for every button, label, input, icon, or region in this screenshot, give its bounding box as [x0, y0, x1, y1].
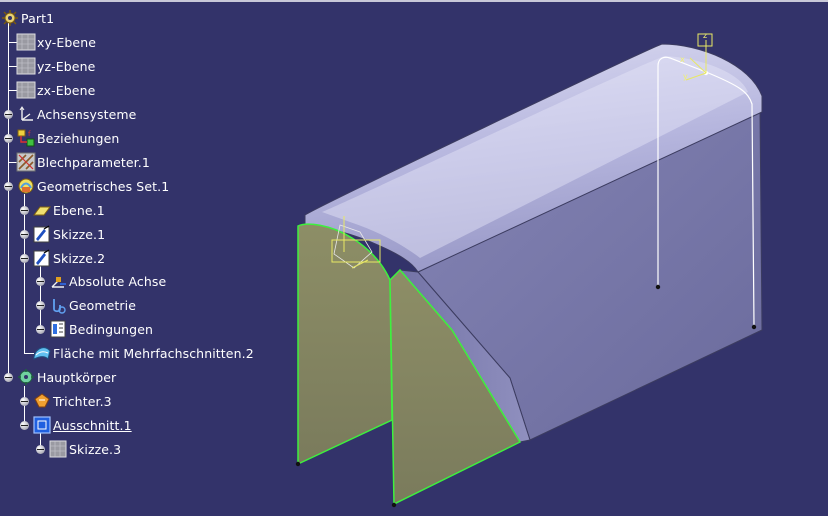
sheetmetal-params-icon [16, 152, 36, 172]
tree-label: Skizze.3 [69, 441, 122, 457]
tree-expander[interactable] [36, 301, 45, 310]
tree-node-plane-1[interactable]: Ebene.1 [32, 199, 105, 221]
tree-expander[interactable] [20, 397, 29, 406]
plane-grid-icon [16, 81, 36, 99]
tree-label: Part1 [21, 10, 55, 26]
tree-node-zx-plane[interactable]: zx-Ebene [16, 79, 95, 101]
tree-label: Absolute Achse [69, 273, 167, 289]
tree-node-part1[interactable]: Part1 [0, 7, 54, 29]
tree-expander[interactable] [4, 110, 13, 119]
plane-grid-icon [16, 57, 36, 75]
absolute-axis-icon [51, 277, 66, 288]
tree-label: xy-Ebene [37, 34, 97, 50]
tree-label: Hauptkörper [37, 369, 117, 385]
svg-text:f: f [28, 130, 31, 138]
plane-icon [33, 206, 51, 216]
tree-expander[interactable] [36, 277, 45, 286]
tree-node-geometry[interactable]: Geometrie [48, 294, 136, 316]
tree-node-sketch-1[interactable]: Skizze.1 [32, 223, 105, 245]
plane-grid-icon [16, 33, 36, 51]
tree-node-multisection-surface[interactable]: Fläche mit Mehrfachschnitten.2 [32, 342, 254, 364]
geometric-set-icon [18, 178, 34, 194]
tree-node-absolute-axis[interactable]: Absolute Achse [48, 270, 166, 292]
tree-expander[interactable] [4, 134, 13, 143]
cutout-icon [33, 416, 51, 434]
sketch-point [391, 502, 397, 508]
sketch-icon [33, 225, 50, 243]
tree-connector [40, 265, 41, 329]
tree-connector [8, 22, 9, 378]
tree-label: Skizze.1 [53, 226, 106, 242]
tree-label: Achsensysteme [37, 106, 137, 122]
tree-expander[interactable] [20, 254, 29, 263]
tree-node-sheetmetal-params[interactable]: Blechparameter.1 [16, 151, 150, 173]
tree-label: Blechparameter.1 [37, 154, 150, 170]
axis-label-z: z [703, 31, 708, 40]
main-body-icon [18, 369, 34, 385]
tree-label: Geometrisches Set.1 [37, 178, 170, 194]
axis-system-icon [19, 106, 33, 121]
tree-node-constraints[interactable]: Bedingungen [48, 318, 153, 340]
tree-node-axis-systems[interactable]: Achsensysteme [16, 103, 136, 125]
tree-label: Geometrie [69, 297, 136, 313]
tree-node-relations[interactable]: f Beziehungen [16, 127, 119, 149]
tree-expander[interactable] [20, 421, 29, 430]
tree-node-main-body[interactable]: Hauptkörper [16, 366, 116, 388]
geometry-icon [53, 299, 66, 314]
tree-label: Trichter.3 [53, 393, 112, 409]
sketch-point [655, 284, 661, 290]
tree-node-sketch-2[interactable]: Skizze.2 [32, 247, 105, 269]
relations-icon: f [17, 129, 35, 147]
tree-label: Skizze.2 [53, 250, 106, 266]
axis-label-x: x [680, 55, 685, 64]
sketch-grid-icon [49, 440, 67, 458]
cutout-leg-left[interactable] [297, 223, 393, 466]
tree-node-yz-plane[interactable]: yz-Ebene [16, 55, 95, 77]
tree-node-cutout-1[interactable]: Ausschnitt.1 [32, 414, 132, 436]
tree-expander[interactable] [36, 445, 45, 454]
specification-tree[interactable]: Part1 xy-Ebene yz-Ebene zx-Ebene Achsens… [0, 0, 300, 516]
tree-node-xy-plane[interactable]: xy-Ebene [16, 31, 96, 53]
tree-connector [24, 194, 25, 354]
tree-expander[interactable] [4, 182, 13, 191]
tree-label: zx-Ebene [37, 82, 96, 98]
multisection-surface-icon [33, 347, 51, 360]
tree-label: Fläche mit Mehrfachschnitten.2 [53, 345, 254, 361]
tree-node-geometric-set[interactable]: Geometrisches Set.1 [16, 175, 169, 197]
tree-expander[interactable] [20, 230, 29, 239]
tree-expander[interactable] [4, 373, 13, 382]
tree-label: Beziehungen [37, 130, 120, 146]
sketch-icon [33, 249, 50, 267]
part-gear-icon [2, 10, 18, 26]
constraints-icon [50, 320, 66, 338]
axis-label-y: y [683, 72, 688, 81]
tree-expander[interactable] [20, 206, 29, 215]
tree-label: Ausschnitt.1 [53, 417, 132, 433]
tree-node-sketch-3[interactable]: Skizze.3 [48, 438, 121, 460]
sketch-point [751, 324, 757, 330]
tree-label: Ebene.1 [53, 202, 105, 218]
tree-label: Bedingungen [69, 321, 154, 337]
tree-label: yz-Ebene [37, 58, 96, 74]
tree-node-hopper-3[interactable]: Trichter.3 [32, 390, 112, 412]
tree-expander[interactable] [36, 325, 45, 334]
hopper-icon [34, 393, 50, 408]
tree-connector [24, 386, 25, 426]
